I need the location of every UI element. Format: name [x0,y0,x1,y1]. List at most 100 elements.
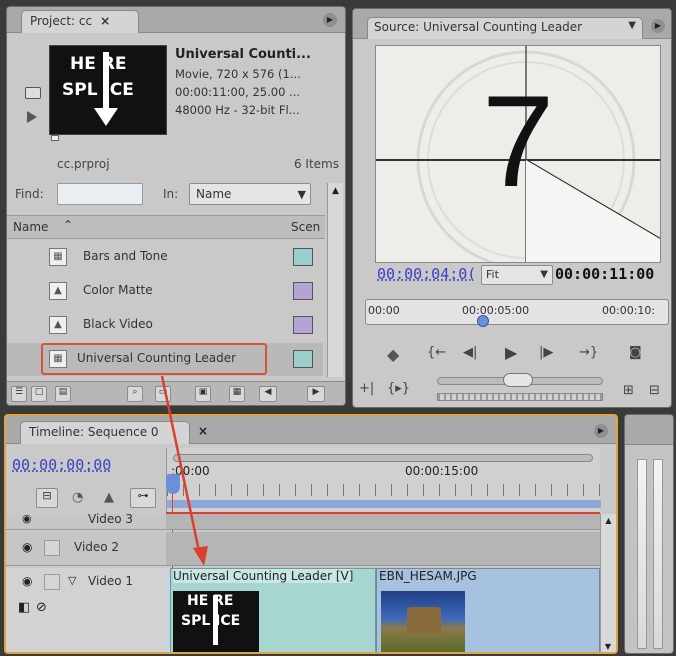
clip-thumbnail: HE RE SPL ICE [49,45,167,135]
source-monitor-panel: Source: Universal Counting Leader ▼ ▶ 7 … [352,8,672,408]
play-icon[interactable] [27,111,37,123]
find-icon[interactable]: ⌕ [127,386,143,402]
timeline-ruler[interactable]: :00:00 00:00:15:00 [166,448,601,514]
shuttle-left-icon[interactable]: +| [359,381,374,396]
label-color-swatch[interactable] [293,350,313,368]
source-tab[interactable]: Source: Universal Counting Leader ▼ [367,17,643,39]
in-dropdown[interactable]: Name ▼ [189,183,311,205]
timeline-tab[interactable]: Timeline: Sequence 0 [20,421,190,444]
find-input[interactable] [57,183,143,205]
list-item-label: Bars and Tone [83,249,168,263]
track-header-video3: ◉ Video 3 [6,512,166,530]
track-video2[interactable] [166,532,600,566]
ruler-mid: 00:00:05:00 [462,304,530,317]
loop-icon[interactable]: {▸} [387,381,410,396]
list-item-label: Black Video [83,317,153,331]
scroll-up-icon[interactable]: ▲ [328,183,343,199]
down-arrow-icon [213,595,218,645]
scroll-up-icon[interactable]: ▲ [601,514,616,528]
snap-icon[interactable]: ⊟ [36,488,58,508]
close-icon[interactable]: × [100,14,110,28]
panel-menu-icon[interactable]: ▶ [594,424,608,438]
list-scrollbar[interactable]: ▲ [327,183,343,377]
list-item[interactable]: ▲ Color Matte [7,275,323,308]
track-label: Video 1 [88,574,134,588]
fit-dropdown[interactable]: Fit ▼ [481,265,553,285]
icon-view-icon[interactable]: ▢ [31,386,47,402]
insert-icon[interactable]: ⊞ [623,383,634,398]
go-to-in-icon[interactable]: {← [427,345,446,360]
audio-meters-tabbar [625,415,673,445]
clip-icon: ▲ [49,282,67,300]
column-name[interactable]: Name [13,220,48,234]
clip-universal-counting-leader[interactable]: Universal Counting Leader [V] HE RE SPL … [170,568,376,652]
panel-menu-icon[interactable]: ▶ [651,19,665,33]
list-item-selected[interactable]: ▦ Universal Counting Leader [7,343,323,376]
down-arrow-head [94,108,118,126]
jog-slider-handle[interactable] [503,373,533,387]
project-panel: Project: cc × ▶ HE RE SPL ICE Universal C… [6,6,346,406]
chevron-down-icon[interactable]: ▼ [628,20,636,31]
no-keyframe-icon[interactable]: ⊘ [36,600,47,615]
panel-menu-icon[interactable]: ▶ [323,13,337,27]
track-label: Video 3 [88,512,134,526]
list-item[interactable]: ▦ Bars and Tone [7,241,323,274]
eye-icon[interactable]: ◉ [22,574,32,588]
label-color-swatch[interactable] [293,316,313,334]
clip-label: EBN_HESAM.JPG [379,569,477,583]
step-back-icon[interactable]: ◀| [463,345,477,360]
play-icon[interactable]: ▶ [505,343,517,362]
scroll-left-icon[interactable]: ◀ [259,386,277,402]
timeline-scrollbar[interactable]: ▲ ▼ [600,514,616,652]
track-video3[interactable] [166,514,600,530]
list-item[interactable]: ▲ Black Video [7,309,323,342]
set-in-icon[interactable]: ◆ [387,345,399,364]
track-video1[interactable]: Universal Counting Leader [V] HE RE SPL … [166,568,600,652]
label-color-swatch[interactable] [293,282,313,300]
thumbnail-scrubber[interactable] [51,135,59,141]
work-area-bar[interactable] [167,500,601,508]
track-header-video2: ◉ Video 2 [6,532,166,566]
thumbnail-text-top: HE RE [70,54,127,74]
lock-toggle[interactable] [44,540,60,556]
clear-icon[interactable]: ▦ [229,386,245,402]
collapse-icon[interactable]: ▽ [68,574,76,587]
camera-icon[interactable]: ◙ [629,345,642,360]
track-header-video1: ◉ ▽ Video 1 ◧ ⊘ [6,568,166,652]
go-to-out-icon[interactable]: →} [579,345,598,360]
project-item-count: 6 Items [293,157,339,171]
eye-icon[interactable]: ◉ [22,540,32,554]
overlay-icon[interactable]: ⊟ [649,383,660,398]
set-poster-frame-icon[interactable] [25,87,41,99]
source-ruler[interactable]: 00:00 00:00:05:00 00:00:10: [365,299,669,325]
new-bin-icon[interactable]: ▭ [155,386,171,402]
ruler-mid: 00:00:15:00 [405,464,479,478]
timeline-current-time[interactable]: 00:00:00:00 [12,456,111,474]
list-view-icon[interactable]: ☰ [11,386,27,402]
lock-toggle[interactable] [44,574,60,590]
new-item-icon[interactable]: ▣ [195,386,211,402]
clip-ebn-hesam[interactable]: EBN_HESAM.JPG [376,568,600,652]
automate-icon[interactable]: ▤ [55,386,71,402]
label-color-swatch[interactable] [293,248,313,266]
source-duration: 00:00:11:00 [555,265,655,283]
close-icon[interactable]: × [198,424,208,438]
marker-icon[interactable]: ▲ [104,490,114,505]
track-label: Video 2 [74,540,120,554]
step-forward-icon[interactable]: |▶ [539,345,553,360]
eye-icon[interactable]: ◉ [22,512,32,525]
timeline-playhead[interactable] [166,474,180,494]
source-current-time[interactable]: 00:00:04:0( [377,265,476,283]
keyframe-icon[interactable]: ◔ [72,490,83,505]
shuttle-track[interactable] [437,393,603,401]
scroll-right-icon[interactable]: ▶ [307,386,325,402]
display-style-icon[interactable]: ◧ [18,600,30,615]
source-playhead[interactable] [477,315,489,327]
scroll-down-icon[interactable]: ▼ [601,640,615,652]
work-area-icon[interactable]: ⊶ [130,488,156,508]
timeline-tabbar: Timeline: Sequence 0 × ▶ [6,416,616,444]
column-scene[interactable]: Scen [291,220,320,234]
timeline-zoom-bar[interactable] [173,454,593,462]
project-tab[interactable]: Project: cc × [21,10,139,33]
list-item-label: Universal Counting Leader [77,351,237,365]
